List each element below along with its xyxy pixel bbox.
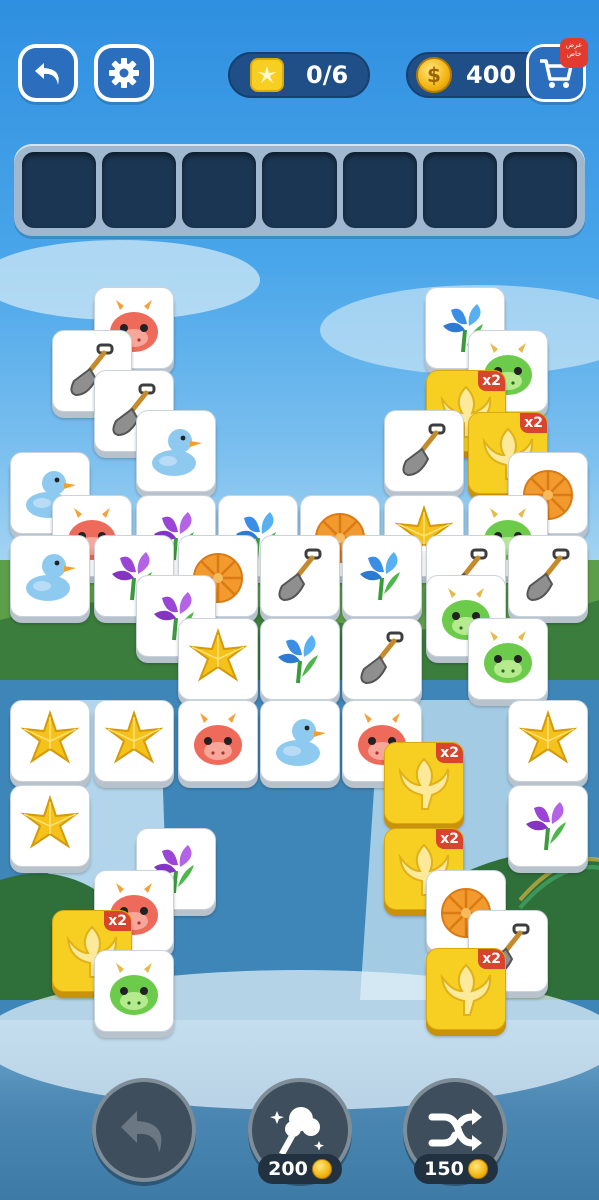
- tile-shovel[interactable]: [508, 535, 588, 617]
- tile-leaf-gold[interactable]: x2: [426, 948, 506, 1030]
- tile-star[interactable]: [10, 700, 90, 782]
- shovel-icon: [360, 631, 404, 685]
- coin-icon: [467, 1159, 488, 1179]
- shuffle-icon: [428, 1109, 482, 1151]
- tile-flower-purple[interactable]: [508, 785, 588, 867]
- duck-icon: [26, 554, 76, 601]
- shovel-icon: [278, 548, 322, 602]
- multiplier-badge: x2: [104, 911, 131, 931]
- shuffle-price: 150: [414, 1154, 498, 1184]
- magic-wand-price: 200: [258, 1154, 342, 1184]
- multiplier-badge: x2: [478, 949, 505, 969]
- multiplier-badge: x2: [478, 371, 505, 391]
- tile-duck[interactable]: [136, 410, 216, 492]
- tile-shovel[interactable]: [342, 618, 422, 700]
- coin-icon: [311, 1159, 332, 1179]
- shovel-icon: [402, 423, 446, 477]
- tile-board: x2 x2 x2 x2 x2 x2: [0, 0, 599, 1200]
- undo-booster-button[interactable]: [92, 1078, 196, 1182]
- magic-wand-price-text: 200: [268, 1158, 308, 1180]
- star-icon: [188, 627, 248, 682]
- tile-dragon-green[interactable]: [468, 618, 548, 700]
- tile-shovel[interactable]: [260, 535, 340, 617]
- flower-icon: [278, 635, 318, 684]
- tile-star[interactable]: [178, 618, 258, 700]
- tile-dragon-red[interactable]: [178, 700, 258, 782]
- multiplier-badge: x2: [436, 829, 463, 849]
- tile-star[interactable]: [508, 700, 588, 782]
- tile-star[interactable]: [94, 700, 174, 782]
- tile-shovel[interactable]: [384, 410, 464, 492]
- tile-flower[interactable]: [342, 535, 422, 617]
- flower-icon: [360, 552, 400, 601]
- star-icon: [104, 709, 164, 764]
- duck-icon: [152, 429, 202, 476]
- multiplier-badge: x2: [436, 743, 463, 763]
- tile-flower[interactable]: [260, 618, 340, 700]
- star-icon: [20, 709, 80, 764]
- dragon-green-icon: [484, 631, 532, 683]
- star-icon: [20, 794, 80, 849]
- star-icon: [518, 709, 578, 764]
- flower-purple-icon: [526, 802, 566, 851]
- shovel-icon: [526, 548, 570, 602]
- tile-duck[interactable]: [260, 700, 340, 782]
- tile-leaf-gold[interactable]: x2: [384, 742, 464, 824]
- multiplier-badge: x2: [520, 413, 547, 433]
- shuffle-price-text: 150: [424, 1158, 464, 1180]
- tile-dragon-green[interactable]: [94, 950, 174, 1032]
- undo-arrow-icon: [121, 1111, 162, 1153]
- dragon-green-icon: [110, 963, 158, 1015]
- duck-icon: [276, 719, 326, 766]
- tile-duck[interactable]: [10, 535, 90, 617]
- tile-star[interactable]: [10, 785, 90, 867]
- dragon-red-icon: [194, 713, 242, 765]
